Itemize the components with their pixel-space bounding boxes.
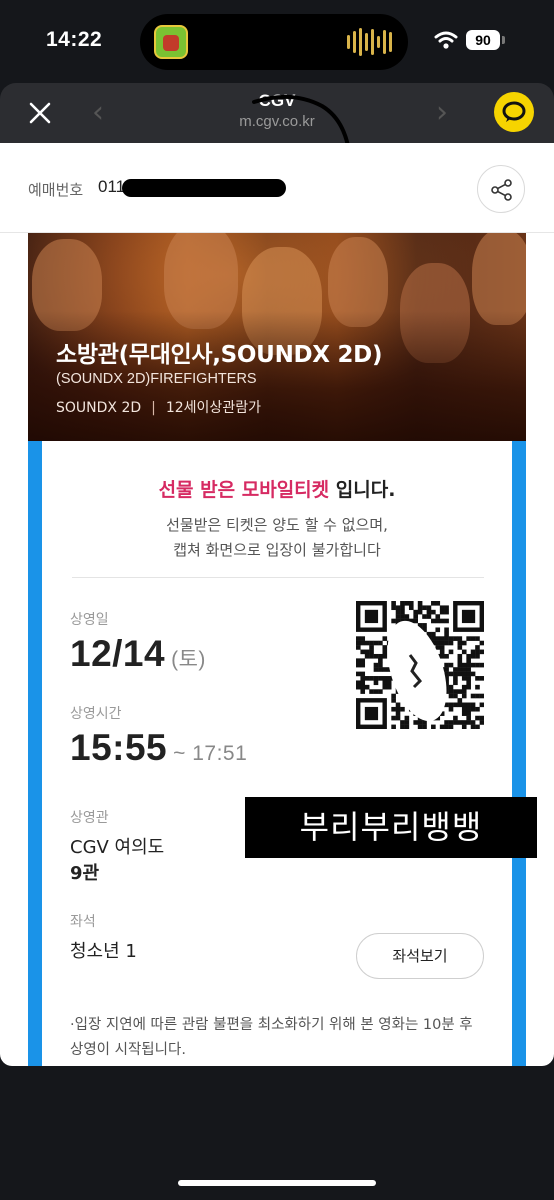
gift-notice: 선물 받은 모바일티켓 입니다. bbox=[42, 475, 512, 502]
day-of-week: (토) bbox=[171, 648, 206, 671]
redaction-mark bbox=[122, 179, 286, 197]
gift-suffix: 입니다. bbox=[329, 479, 396, 501]
notice-line: 캡쳐 화면으로 입장이 불가합니다 bbox=[173, 541, 381, 559]
theater-name: CGV 여의도 bbox=[70, 837, 165, 858]
mobile-ticket: 소방관(무대인사,SOUNDX 2D) (SOUNDX 2D)FIREFIGHT… bbox=[0, 233, 554, 1066]
movie-title: 소방관(무대인사,SOUNDX 2D) bbox=[56, 342, 383, 368]
share-button[interactable] bbox=[477, 165, 525, 213]
reservation-label: 예매번호 bbox=[28, 181, 84, 199]
chevron-right-icon[interactable]: › bbox=[436, 95, 448, 130]
redaction-mark bbox=[387, 620, 447, 722]
wifi-icon bbox=[434, 31, 458, 49]
date-label: 상영일 bbox=[70, 612, 109, 628]
movie-meta: SOUNDX 2D | 12세이상관람가 bbox=[56, 397, 261, 417]
meta-separator: | bbox=[151, 400, 156, 416]
now-playing-app-icon bbox=[154, 25, 188, 59]
home-indicator bbox=[178, 1180, 376, 1186]
time-label: 상영시간 bbox=[70, 706, 122, 722]
ticket-body: 선물 받은 모바일티켓 입니다. 선물받은 티켓은 양도 할 수 없으며, 캡쳐… bbox=[28, 441, 526, 1066]
movie-rating: 12세이상관람가 bbox=[165, 400, 261, 416]
audio-wave-icon bbox=[347, 28, 392, 56]
scribble-mark bbox=[252, 94, 350, 148]
movie-poster: 소방관(무대인사,SOUNDX 2D) (SOUNDX 2D)FIREFIGHT… bbox=[28, 233, 526, 441]
date-value: 12/14 bbox=[70, 633, 166, 674]
screening-time: 15:55 ~ 17:51 bbox=[70, 727, 247, 769]
movie-format: SOUNDX 2D bbox=[56, 400, 142, 416]
notice-line: 선물받은 티켓은 양도 할 수 없으며, bbox=[166, 516, 388, 534]
seat-label: 좌석 bbox=[70, 914, 96, 930]
entry-notice: ·입장 지연에 따른 관람 불편을 최소화하기 위해 본 영화는 10분 후 상… bbox=[70, 1017, 473, 1058]
view-seat-button[interactable]: 좌석보기 bbox=[356, 933, 484, 979]
end-time: ~ 17:51 bbox=[173, 742, 248, 765]
screening-date: 12/14 (토) bbox=[70, 633, 206, 675]
status-time: 14:22 bbox=[46, 28, 103, 51]
status-bar: 14:22 90 bbox=[0, 0, 554, 80]
seat-value: 청소년 1 bbox=[70, 941, 137, 962]
start-time: 15:55 bbox=[70, 727, 168, 768]
gift-notice-detail: 선물받은 티켓은 양도 할 수 없으며, 캡쳐 화면으로 입장이 불가합니다 bbox=[42, 513, 512, 563]
divider bbox=[72, 577, 484, 578]
theater-label: 상영관 bbox=[70, 810, 109, 826]
talk-bubble-icon[interactable] bbox=[494, 92, 534, 132]
gift-highlight: 선물 받은 모바일티켓 bbox=[158, 479, 330, 501]
sticker-text: 부리부리뱅뱅 bbox=[245, 797, 537, 858]
screen-number: 9관 bbox=[70, 863, 100, 884]
battery-indicator: 90 bbox=[466, 30, 505, 50]
dynamic-island bbox=[140, 14, 408, 70]
reservation-bar: 예매번호 0112 bbox=[0, 143, 554, 233]
movie-english-title: (SOUNDX 2D)FIREFIGHTERS bbox=[56, 371, 257, 387]
share-icon bbox=[491, 179, 512, 201]
